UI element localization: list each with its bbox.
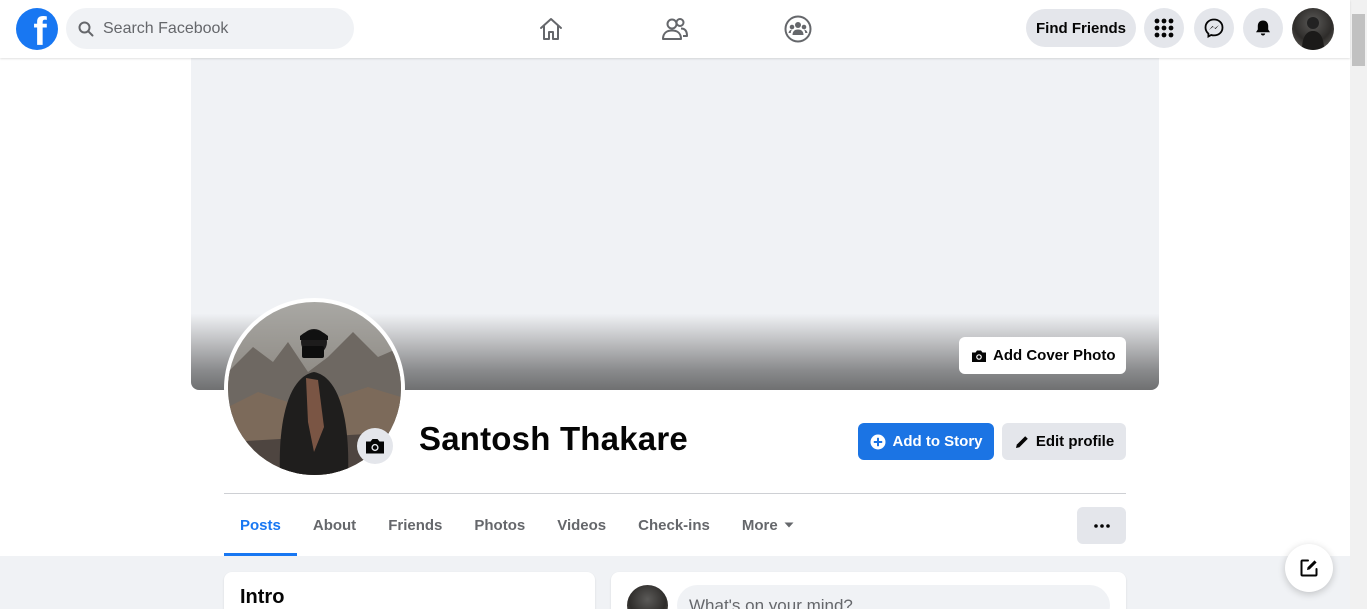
tab-label: Videos xyxy=(557,516,607,534)
scrollbar-track[interactable] xyxy=(1350,0,1367,609)
tab-label: Posts xyxy=(240,516,281,534)
search-input[interactable] xyxy=(103,19,333,38)
tab-photos[interactable]: Photos xyxy=(458,494,541,556)
tab-label: More xyxy=(741,516,778,534)
tab-label: Photos xyxy=(474,516,526,534)
more-options-button[interactable] xyxy=(1077,507,1126,544)
tab-videos[interactable]: Videos xyxy=(541,494,622,556)
tab-more[interactable]: More xyxy=(726,494,810,556)
add-cover-photo-button[interactable]: Add Cover Photo xyxy=(959,337,1126,374)
camera-icon xyxy=(972,350,986,362)
edit-profile-button[interactable]: Edit profile xyxy=(1002,423,1126,460)
messenger-icon[interactable] xyxy=(1194,8,1234,48)
top-navbar: f Find Friends xyxy=(0,0,1350,58)
tab-label: Check-ins xyxy=(638,516,710,534)
groups-icon[interactable] xyxy=(783,14,813,44)
search-icon xyxy=(78,21,94,36)
pencil-icon xyxy=(1015,435,1028,448)
edit-profile-label: Edit profile xyxy=(1035,433,1115,450)
plus-circle-icon xyxy=(870,434,885,449)
tab-label: About xyxy=(312,516,357,534)
update-profile-picture-camera-icon[interactable] xyxy=(357,428,393,464)
add-to-story-label: Add to Story xyxy=(892,433,983,450)
find-friends-button[interactable]: Find Friends xyxy=(1026,9,1136,47)
friends-icon[interactable] xyxy=(660,14,690,44)
profile-name: Santosh Thakare xyxy=(419,420,688,457)
tab-about[interactable]: About xyxy=(297,494,372,556)
tab-friends[interactable]: Friends xyxy=(372,494,458,556)
compose-icon xyxy=(1300,559,1318,577)
facebook-logo-icon[interactable]: f xyxy=(16,8,58,50)
tab-posts[interactable]: Posts xyxy=(224,494,297,556)
tab-label: Friends xyxy=(388,516,443,534)
add-to-story-button[interactable]: Add to Story xyxy=(858,423,994,460)
add-cover-photo-label: Add Cover Photo xyxy=(993,347,1116,364)
search-box[interactable] xyxy=(66,8,354,49)
tab-check-ins[interactable]: Check-ins xyxy=(622,494,726,556)
ellipsis-icon xyxy=(1093,523,1110,528)
home-icon[interactable] xyxy=(536,14,566,44)
account-avatar[interactable] xyxy=(1292,8,1334,50)
caret-down-icon xyxy=(784,522,794,528)
profile-tabs: Posts About Friends Photos Videos Check-… xyxy=(224,494,810,556)
new-message-button[interactable] xyxy=(1285,544,1333,592)
scrollbar-thumb[interactable] xyxy=(1352,14,1365,66)
menu-grid-icon[interactable] xyxy=(1144,8,1184,48)
intro-title: Intro xyxy=(240,586,285,608)
notifications-bell-icon[interactable] xyxy=(1243,8,1283,48)
composer-input[interactable]: What's on your mind? xyxy=(677,585,1110,609)
